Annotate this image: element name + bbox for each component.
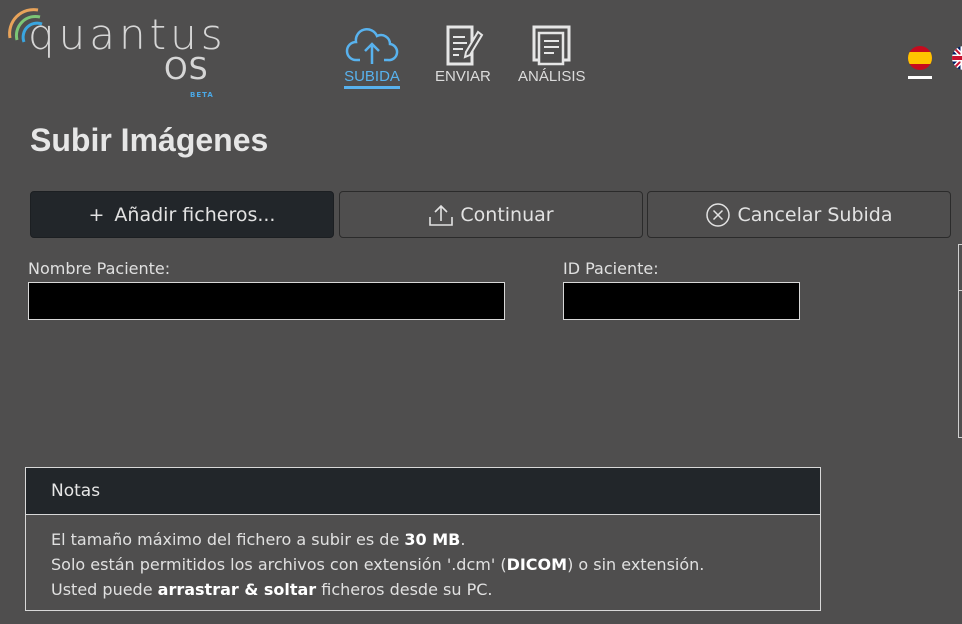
nav-tab-label: ENVIAR (435, 68, 491, 85)
quantus-logo[interactable]: quantus OS BETA (4, 4, 223, 104)
patient-name-input[interactable] (28, 282, 505, 320)
patient-id-input[interactable] (563, 282, 800, 320)
edit-document-icon (446, 25, 484, 66)
note-drag-drop: Usted puede arrastrar & soltar ficheros … (51, 580, 493, 599)
continue-label: Continuar (460, 203, 554, 226)
nav-tab-label: ANÁLISIS (518, 68, 586, 85)
add-files-button[interactable]: + Añadir ficheros... (30, 191, 334, 238)
notes-body: El tamaño máximo del fichero a subir es … (26, 515, 820, 602)
note-max-size: El tamaño máximo del fichero a subir es … (51, 530, 466, 549)
nav-tab-analisis[interactable]: ANÁLISIS (518, 24, 586, 85)
patient-id-label: ID Paciente: (563, 259, 659, 278)
cancel-upload-button[interactable]: Cancelar Subida (647, 191, 951, 238)
language-selected-indicator (908, 76, 932, 79)
nav-tab-label: SUBIDA (344, 68, 400, 89)
plus-icon: + (88, 203, 105, 226)
notes-panel: Notas El tamaño máximo del fichero a sub… (25, 467, 821, 611)
logo-os: OS (164, 52, 209, 87)
cancel-upload-label: Cancelar Subida (737, 203, 893, 226)
notes-header: Notas (26, 468, 820, 515)
nav-tab-enviar[interactable]: ENVIAR (435, 24, 491, 85)
uk-flag-icon[interactable] (952, 46, 962, 70)
note-allowed-extensions: Solo están permitidos los archivos con e… (51, 555, 705, 574)
close-circle-icon (705, 202, 731, 228)
side-panel-divider (958, 290, 962, 291)
patient-name-label: Nombre Paciente: (28, 259, 171, 278)
nav-tab-subida[interactable]: SUBIDA (342, 24, 402, 89)
side-panel-edge (958, 244, 962, 438)
upload-icon (428, 203, 454, 227)
page-title: Subir Imágenes (30, 122, 269, 158)
logo-beta-badge: BETA (190, 91, 214, 99)
continue-button[interactable]: Continuar (339, 191, 643, 238)
cloud-upload-icon (345, 28, 399, 64)
add-files-label: Añadir ficheros... (114, 203, 276, 226)
spain-flag-icon[interactable] (908, 46, 932, 70)
documents-icon (532, 25, 571, 66)
